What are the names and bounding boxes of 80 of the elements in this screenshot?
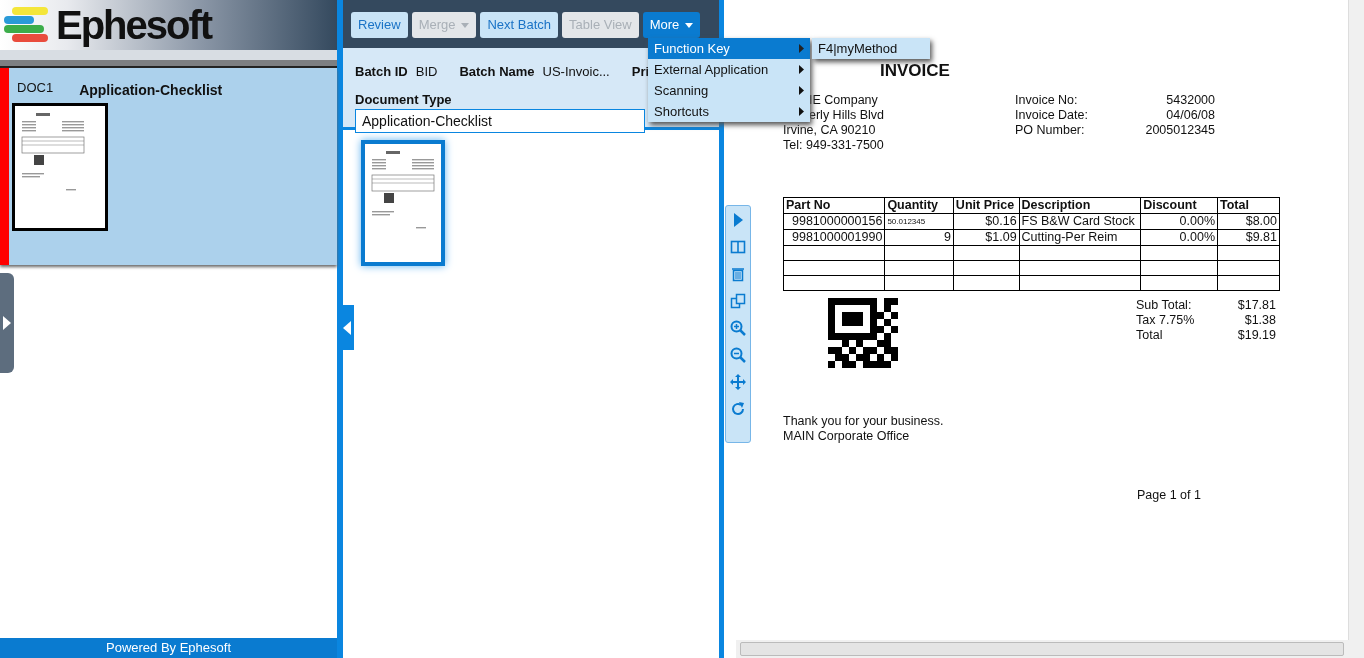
field-label: Batch Name (459, 63, 535, 81)
meta-value: 04/06/08 (1165, 108, 1215, 123)
move-icon[interactable] (730, 374, 746, 390)
page-thumbnail[interactable] (361, 140, 445, 266)
table-cell: $9.81 (1217, 229, 1280, 246)
table-cell: 0.00% (1140, 229, 1218, 246)
page-number: Page 1 of 1 (1137, 488, 1202, 503)
caret-icon[interactable] (685, 22, 694, 28)
menu-item[interactable]: F4|myMethod (812, 38, 930, 59)
copy-icon[interactable] (730, 293, 746, 309)
note-text: MAIN Corporate Office (783, 429, 911, 444)
submenu-arrow-icon (799, 107, 804, 116)
column-header: Description (1019, 197, 1141, 214)
expand-tab[interactable] (0, 273, 14, 373)
document-row[interactable]: DOC1 Application-Checklist (0, 68, 337, 265)
address-line: IE Company (809, 93, 878, 108)
meta-label: Invoice Date: (1015, 108, 1089, 123)
table-cell: 9981000001990 (783, 229, 885, 246)
total-label: Tax 7.75% (1136, 313, 1196, 328)
vertical-scrollbar[interactable] (1348, 0, 1364, 640)
column-header: Total (1217, 197, 1280, 214)
total-value: $17.81 (1236, 298, 1276, 313)
column-header: Part No (783, 197, 885, 214)
qr-code (828, 298, 898, 368)
meta-label: Invoice No: (1015, 93, 1079, 108)
field-value: BID (415, 63, 438, 81)
meta-label: PO Number: (1015, 123, 1086, 138)
field-label: Batch ID (355, 63, 408, 81)
zoom-out-icon[interactable] (730, 347, 746, 363)
table-cell: 9 (884, 229, 954, 246)
address-line: Irvine, CA 90210 (783, 123, 876, 138)
document-type: Application-Checklist (79, 81, 223, 100)
table-cell: $0.16 (953, 213, 1020, 230)
address-line: Tel: 949-331-7500 (783, 138, 884, 153)
submenu-arrow-icon (799, 86, 804, 95)
rotate-icon[interactable] (730, 401, 746, 417)
field-value: US-Invoic... (542, 63, 610, 81)
column-header: Unit Price (953, 197, 1020, 214)
trash-icon[interactable] (730, 266, 746, 282)
column-header: Discount (1140, 197, 1218, 214)
total-label: Total (1136, 328, 1164, 343)
footer-text: Powered By Ephesoft (0, 638, 337, 658)
table-cell: FS B&W Card Stock (1019, 213, 1141, 230)
split-view-icon[interactable] (730, 239, 746, 255)
submenu-arrow-icon (799, 44, 804, 53)
toolbar-button[interactable]: More (642, 12, 701, 38)
total-value: $1.38 (1243, 313, 1276, 328)
note-text: Thank you for your business. (783, 414, 945, 429)
menu-item[interactable]: Scanning (648, 80, 810, 101)
total-value: $19.19 (1236, 328, 1276, 343)
submenu-arrow-icon (799, 65, 804, 74)
table-cell: 0.00% (1140, 213, 1218, 230)
meta-value: 5432000 (1165, 93, 1215, 108)
document-type-select[interactable]: Application-Checklist (355, 109, 645, 133)
toolbar-button[interactable]: Next Batch (480, 12, 559, 38)
column-header: Quantity (884, 197, 954, 214)
logo-text: Ephesoft (56, 5, 212, 45)
menu-item[interactable]: Shortcuts (648, 101, 810, 122)
logo-icon (4, 5, 50, 45)
address-line: erly Hills Blvd (809, 108, 884, 123)
menu-item[interactable]: Function Key (648, 38, 810, 59)
field-label: Pri (631, 63, 650, 81)
page-thumbnail[interactable] (12, 103, 108, 231)
collapse-icon (343, 320, 351, 335)
document-id: DOC1 (17, 79, 54, 97)
horizontal-scrollbar[interactable] (736, 640, 1364, 658)
table-cell: 50.012345 (884, 213, 954, 230)
collapse-tab[interactable] (340, 305, 354, 350)
zoom-in-icon[interactable] (730, 320, 746, 336)
total-label: Sub Total: (1136, 298, 1193, 313)
invoice-title: INVOICE (880, 63, 951, 82)
table-cell: $8.00 (1217, 213, 1280, 230)
menu-item[interactable]: External Application (648, 59, 810, 80)
table-cell: $1.09 (953, 229, 1020, 246)
table-cell: 9981000000156 (783, 213, 885, 230)
toolbar-button[interactable]: Review (351, 12, 408, 38)
field-label: Document Type (355, 91, 452, 107)
meta-value: 2005012345 (1144, 123, 1215, 138)
table-cell: Cutting-Per Reim (1019, 229, 1141, 246)
expand-icon (3, 316, 11, 330)
